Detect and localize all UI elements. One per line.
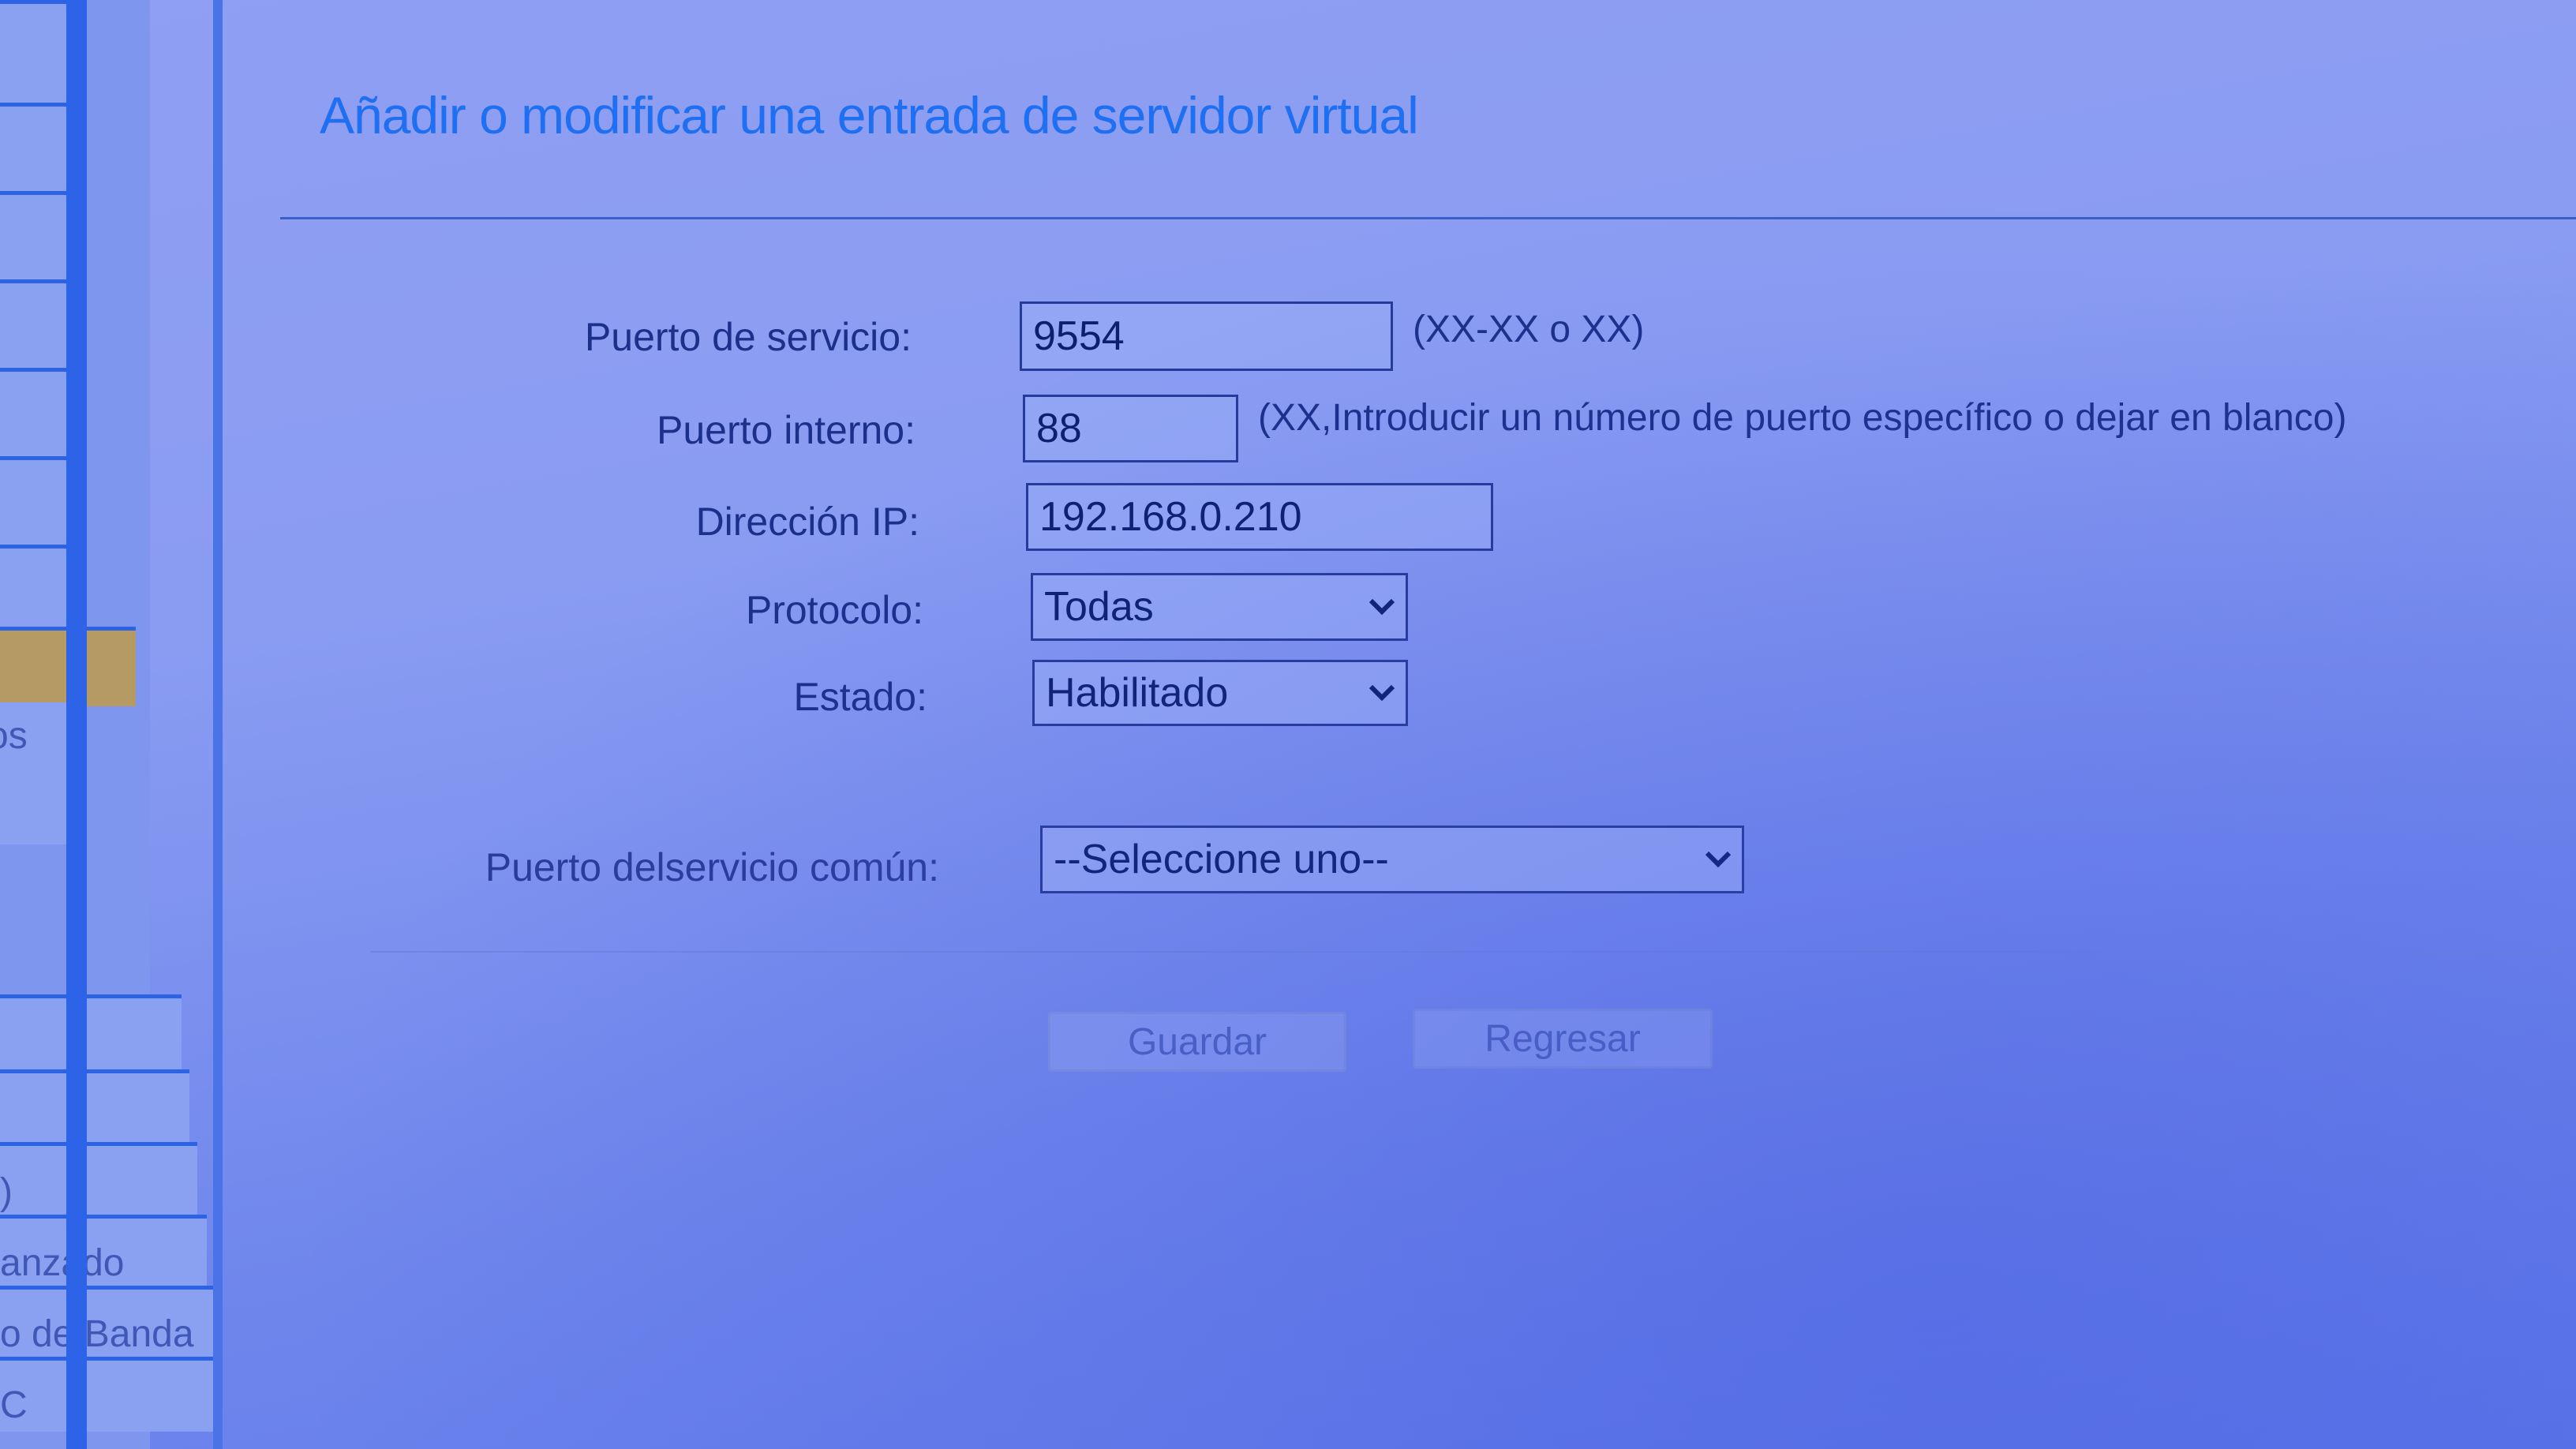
chevron-down-icon [1358, 662, 1406, 724]
back-button[interactable]: Regresar [1413, 1009, 1713, 1069]
protocol-select[interactable]: Todas [1031, 573, 1408, 641]
common-service-port-label: Puerto delservicio común: [485, 845, 939, 889]
chevron-down-icon [1358, 575, 1406, 638]
status-selected-value: Habilitado [1046, 670, 1229, 716]
protocol-label: Protocolo: [745, 588, 923, 632]
chevron-down-icon [1694, 828, 1742, 891]
sidebar-item[interactable]: o de Banda [0, 1286, 213, 1361]
internal-port-label: Puerto interno: [657, 408, 915, 452]
sidebar-item[interactable]: C [0, 1357, 221, 1432]
ip-address-input[interactable]: 192.168.0.210 [1026, 483, 1493, 551]
protocol-selected-value: Todas [1044, 584, 1154, 630]
sidebar-item-label: C [0, 1384, 28, 1426]
sidebar-divider [213, 0, 223, 1449]
divider [280, 217, 2576, 219]
page-title: Añadir o modificar una entrada de servid… [320, 86, 1419, 144]
divider [371, 951, 2576, 953]
sidebar-item[interactable] [0, 994, 182, 1073]
sidebar-item[interactable] [0, 191, 66, 283]
internal-port-input[interactable]: 88 [1023, 395, 1238, 462]
internal-port-hint: (XX,Introducir un número de puerto espec… [1258, 397, 2347, 439]
sidebar-item[interactable] [0, 1069, 189, 1146]
sidebar-item[interactable]: ) [0, 1142, 197, 1219]
save-button[interactable]: Guardar [1048, 1012, 1346, 1072]
common-service-port-select[interactable]: --Seleccione uno-- [1040, 826, 1744, 893]
ip-address-label: Dirección IP: [695, 500, 919, 544]
sidebar-item[interactable]: os [0, 702, 66, 844]
sidebar-item[interactable] [0, 0, 66, 107]
sidebar-item[interactable]: anzado [0, 1215, 207, 1290]
service-port-label: Puerto de servicio: [584, 315, 912, 359]
sidebar-item[interactable] [0, 279, 66, 372]
sidebar-item[interactable] [0, 545, 66, 631]
sidebar-rail [66, 0, 87, 1449]
sidebar-item-label: o de Banda [0, 1313, 194, 1355]
status-select[interactable]: Habilitado [1032, 660, 1408, 726]
sidebar-item-label: anzado [0, 1242, 125, 1284]
common-service-port-selected-value: --Seleccione uno-- [1054, 837, 1389, 882]
sidebar-item[interactable] [0, 103, 66, 195]
sidebar-item-label: ) [0, 1171, 13, 1213]
service-port-input[interactable]: 9554 [1020, 301, 1393, 371]
sidebar-item[interactable] [0, 456, 66, 549]
service-port-hint: (XX-XX o XX) [1413, 309, 1645, 350]
sidebar-item-label: os [0, 715, 28, 757]
sidebar-item[interactable] [0, 368, 66, 460]
status-label: Estado: [793, 675, 927, 719]
